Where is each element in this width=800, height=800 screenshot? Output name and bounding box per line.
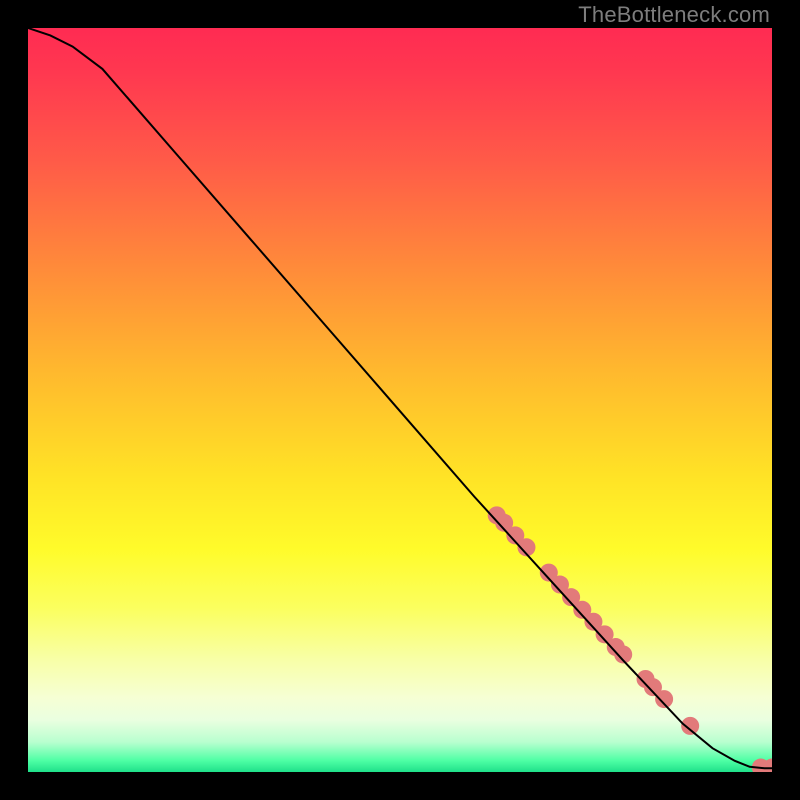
highlight-dot: [655, 690, 673, 708]
bottleneck-chart: [28, 28, 772, 772]
attribution-text: TheBottleneck.com: [578, 2, 770, 28]
highlight-dots: [488, 506, 772, 772]
curve-path: [28, 28, 772, 768]
chart-svg: [28, 28, 772, 772]
